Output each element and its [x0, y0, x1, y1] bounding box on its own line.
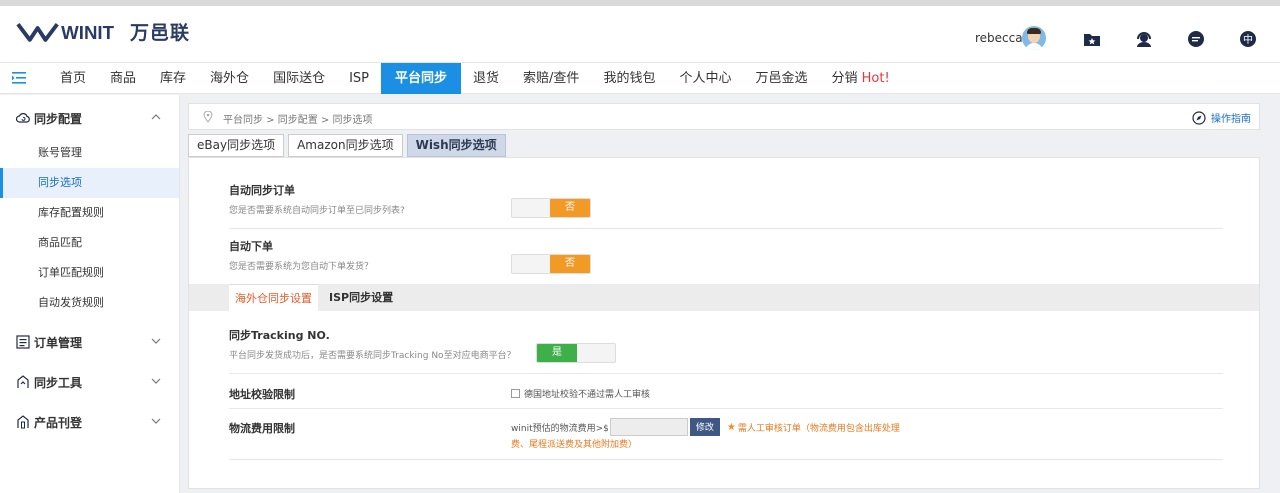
logo-letters: WINIT — [61, 21, 114, 42]
sidebar: 同步配置 账号管理 同步选项 库存配置规则 商品匹配 订单匹配规则 自动发货规则… — [0, 95, 180, 493]
breadcrumb: 平台同步 > 同步配置 > 同步选项 操作指南 — [188, 103, 1260, 130]
nav-wallet[interactable]: 我的钱包 — [591, 63, 667, 94]
hot-badge: Hot! — [861, 71, 890, 86]
fee-note-line2: 费、尾程派送费及其他附加费） — [511, 440, 638, 450]
tools-icon — [16, 375, 30, 389]
star-icon: ★ — [726, 421, 736, 433]
guide-label: 操作指南 — [1211, 114, 1251, 125]
address-title: 地址校验限制 — [229, 388, 295, 401]
sidebar-item-account[interactable]: 账号管理 — [0, 138, 179, 168]
user-name[interactable]: rebecca — [975, 31, 1023, 45]
nav-items: 首页 商品 库存 海外仓 国际送仓 ISP 平台同步 退货 索赔/查件 我的钱包… — [48, 63, 902, 94]
folder-star-icon[interactable] — [1082, 29, 1102, 49]
menu-toggle-icon[interactable] — [12, 71, 26, 85]
settings-panel: 自动同步订单 您是否需要系统自动同步订单至已同步列表? 否 自动下单 您是否需要… — [188, 157, 1260, 489]
nav-products[interactable]: 商品 — [98, 63, 148, 94]
listing-icon — [16, 415, 30, 429]
tab-wish[interactable]: Wish同步选项 — [406, 134, 506, 157]
auto-order-row: 自动下单 您是否需要系统为您自动下单发货？ — [229, 238, 1223, 272]
nav-inventory[interactable]: 库存 — [148, 63, 198, 94]
winit-logo[interactable]: WINIT 万邑联 — [16, 18, 190, 45]
cloud-sync-icon — [16, 111, 30, 125]
sidebar-group-label: 订单管理 — [34, 335, 83, 350]
chevron-down-icon — [151, 338, 161, 344]
logo-mark: WINIT — [16, 21, 115, 42]
toggle-value: 否 — [550, 255, 590, 273]
divider — [229, 228, 1223, 229]
warehouse-tabs: 海外仓同步设置 ISP同步设置 — [189, 284, 1259, 311]
sidebar-group-product-listing[interactable]: 产品刊登 — [0, 402, 179, 442]
tracking-title: 同步Tracking NO. — [229, 329, 330, 342]
auto-sync-desc: 您是否需要系统自动同步订单至已同步列表? — [229, 206, 405, 216]
nav-platform-sync[interactable]: 平台同步 — [381, 63, 462, 94]
nav-intl-shipping[interactable]: 国际送仓 — [261, 63, 337, 94]
chevron-down-icon — [151, 418, 161, 424]
tracking-row: 同步Tracking NO. 平台同步发货成功后，是否需要系统同步Trackin… — [229, 327, 1223, 361]
address-checkbox[interactable] — [511, 389, 520, 398]
sidebar-item-product-match[interactable]: 商品匹配 — [0, 228, 179, 258]
sidebar-group-order-mgmt[interactable]: 订单管理 — [0, 322, 179, 362]
chevron-down-icon — [151, 378, 161, 384]
divider — [229, 373, 1223, 374]
address-check[interactable]: 德国地址校验不通过需人工审核 — [511, 387, 650, 400]
nav-personal-center[interactable]: 个人中心 — [667, 63, 743, 94]
logo-text: 万邑联 — [130, 22, 191, 44]
guide-link[interactable]: 操作指南 — [1192, 110, 1251, 125]
tracking-toggle[interactable]: 是 — [536, 343, 616, 363]
auto-order-desc: 您是否需要系统为您自动下单发货？ — [229, 262, 374, 272]
location-pin-icon — [203, 111, 213, 123]
sidebar-item-auto-ship[interactable]: 自动发货规则 — [0, 288, 179, 318]
nav-isp[interactable]: ISP — [337, 63, 381, 94]
platform-tabs: eBay同步选项 Amazon同步选项 Wish同步选项 — [188, 134, 510, 157]
chevron-up-icon — [151, 114, 161, 120]
sidebar-item-inventory-rules[interactable]: 库存配置规则 — [0, 198, 179, 228]
auto-sync-row: 自动同步订单 您是否需要系统自动同步订单至已同步列表? — [229, 182, 1223, 216]
tab-ebay[interactable]: eBay同步选项 — [188, 134, 285, 157]
compass-icon — [1192, 110, 1206, 125]
address-checkbox-label: 德国地址校验不通过需人工审核 — [524, 390, 651, 400]
address-row: 地址校验限制 — [229, 386, 1223, 402]
nav-overseas-warehouse[interactable]: 海外仓 — [198, 63, 261, 94]
divider — [229, 408, 1223, 409]
sidebar-group-label: 产品刊登 — [34, 415, 83, 430]
toggle-value: 否 — [550, 199, 590, 217]
tab-overseas-sync[interactable]: 海外仓同步设置 — [229, 284, 318, 311]
app-header: WINIT 万邑联 rebecca 中 — [0, 6, 1280, 62]
language-label: 中 — [1243, 33, 1253, 46]
fee-control: winit预估的物流费用>$ 修改 ★ 需人工审核订单（物流费用包含出库处理 — [511, 418, 900, 436]
sidebar-group-sync-tools[interactable]: 同步工具 — [0, 362, 179, 402]
tab-amazon[interactable]: Amazon同步选项 — [288, 134, 403, 157]
nav-returns[interactable]: 退货 — [461, 63, 511, 94]
sidebar-group-label: 同步工具 — [34, 375, 83, 390]
sidebar-item-sync-options[interactable]: 同步选项 — [0, 168, 179, 198]
language-icon[interactable]: 中 — [1238, 29, 1258, 49]
chat-icon[interactable] — [1186, 29, 1206, 49]
nav-claims[interactable]: 索赔/查件 — [511, 63, 591, 94]
nav-winit-select[interactable]: 万邑金选 — [743, 63, 819, 94]
main-nav: 首页 商品 库存 海外仓 国际送仓 ISP 平台同步 退货 索赔/查件 我的钱包… — [0, 62, 1280, 94]
sidebar-group-label: 同步配置 — [34, 111, 83, 126]
nav-home[interactable]: 首页 — [48, 63, 98, 94]
auto-sync-title: 自动同步订单 — [229, 184, 295, 197]
nav-distribution-label: 分销 — [831, 71, 858, 86]
fee-note-line1: 需人工审核订单（物流费用包含出库处理 — [737, 423, 900, 434]
nav-distribution[interactable]: 分销 Hot! — [819, 63, 901, 94]
sidebar-item-order-match[interactable]: 订单匹配规则 — [0, 258, 179, 288]
fee-input[interactable] — [609, 418, 688, 436]
auto-order-title: 自动下单 — [229, 240, 273, 253]
auto-sync-toggle[interactable]: 否 — [511, 198, 591, 218]
tab-isp-sync[interactable]: ISP同步设置 — [323, 284, 399, 311]
auto-order-toggle[interactable]: 否 — [511, 254, 591, 274]
sidebar-group-sync-config[interactable]: 同步配置 — [0, 98, 179, 138]
list-icon — [16, 335, 30, 349]
tracking-desc: 平台同步发货成功后，是否需要系统同步Tracking No至对应电商平台？ — [229, 351, 516, 361]
breadcrumb-text: 平台同步 > 同步配置 > 同步选项 — [223, 115, 373, 126]
support-agent-icon[interactable] — [1134, 29, 1154, 49]
fee-label: winit预估的物流费用>$ — [511, 423, 609, 434]
modify-button[interactable]: 修改 — [689, 418, 720, 436]
divider — [229, 459, 1223, 460]
toggle-value: 是 — [537, 344, 577, 362]
avatar[interactable] — [1022, 26, 1046, 50]
